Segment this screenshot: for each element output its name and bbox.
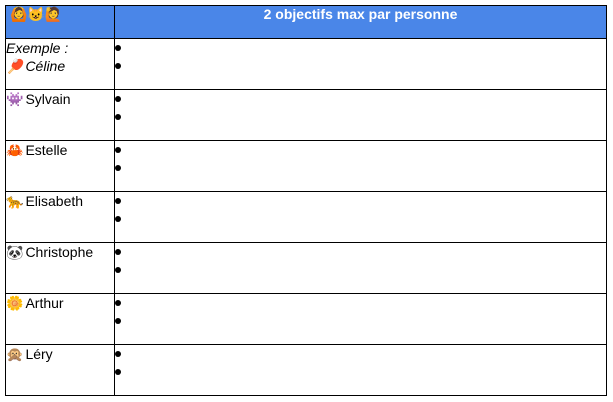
person-cell[interactable]: 🌼 Arthur [5,293,115,345]
person-emoji-icon: 🐼 [6,244,24,260]
person-cell[interactable]: 👾 Sylvain [5,89,115,141]
goals-cell[interactable] [114,242,607,294]
goals-cell[interactable] [114,293,607,345]
person-name-line: 🌼 Arthur [6,295,64,311]
objectives-table: 🙆😺🙋 2 objectifs max par personne Exemple… [5,5,607,396]
table-row: Exemple : 🏓 Céline [5,38,607,90]
header-row: 🙆😺🙋 2 objectifs max par personne [5,5,607,39]
person-name-line: 🏓 Céline [6,58,65,74]
person-name: Sylvain [25,91,71,107]
goal-bullet[interactable] [115,90,606,108]
table-row: 🐆 Elisabeth [5,191,607,243]
goals-list [115,90,606,126]
table-row: 🙊 Léry [5,344,607,396]
goals-cell[interactable] [114,140,607,192]
goal-bullet[interactable] [115,159,606,177]
goals-list [115,345,606,381]
person-emoji-icon: 🌼 [6,295,24,311]
table-row: 🌼 Arthur [5,293,607,345]
table-row: 🦀 Estelle [5,140,607,192]
goal-bullet[interactable] [115,345,606,363]
person-cell[interactable]: 🙊 Léry [5,344,115,396]
person-name-line: 👾 Sylvain [6,91,71,107]
person-name: Elisabeth [25,193,84,209]
goals-cell[interactable] [114,38,607,90]
goals-list [115,39,606,75]
goal-bullet[interactable] [115,192,606,210]
goals-list [115,192,606,228]
goal-bullet[interactable] [115,108,606,126]
person-cell[interactable]: 🦀 Estelle [5,140,115,192]
goal-bullet[interactable] [115,363,606,381]
person-emoji-icon: 👾 [6,91,24,107]
table-row: 👾 Sylvain [5,89,607,141]
goals-cell[interactable] [114,89,607,141]
goals-list [115,294,606,330]
person-name-line: 🦀 Estelle [6,142,67,158]
goals-cell[interactable] [114,344,607,396]
person-name-line: 🐼 Christophe [6,244,93,260]
person-name-line: 🙊 Léry [6,346,53,362]
person-name: Arthur [25,295,64,311]
person-name: Estelle [25,142,68,158]
goals-list [115,141,606,177]
goals-cell[interactable] [114,191,607,243]
goal-bullet[interactable] [115,261,606,279]
person-name-line: 🐆 Elisabeth [6,193,83,209]
person-name: Léry [25,346,53,362]
person-emoji-icon: 🏓 [6,58,24,74]
goal-bullet[interactable] [115,294,606,312]
person-cell[interactable]: 🐼 Christophe [5,242,115,294]
table-row: 🐼 Christophe [5,242,607,294]
goal-bullet[interactable] [115,39,606,57]
person-cell[interactable]: 🐆 Elisabeth [5,191,115,243]
goal-bullet[interactable] [115,312,606,330]
person-name: Céline [25,58,66,74]
header-title[interactable]: 2 objectifs max par personne [114,5,607,39]
goal-bullet[interactable] [115,243,606,261]
person-name: Christophe [25,244,94,260]
person-cell[interactable]: Exemple : 🏓 Céline [5,38,115,90]
person-emoji-icon: 🙊 [6,346,24,362]
goal-bullet[interactable] [115,57,606,75]
person-emoji-icon: 🐆 [6,193,24,209]
header-emojis: 🙆😺🙋 [5,5,115,39]
goals-list [115,243,606,279]
table-body: Exemple : 🏓 Céline 👾 Sylvain 🦀 Estelle 🐆 Elisabe… [5,38,607,396]
person-emoji-icon: 🦀 [6,142,24,158]
goal-bullet[interactable] [115,210,606,228]
example-label: Exemple : [6,40,69,56]
goal-bullet[interactable] [115,141,606,159]
